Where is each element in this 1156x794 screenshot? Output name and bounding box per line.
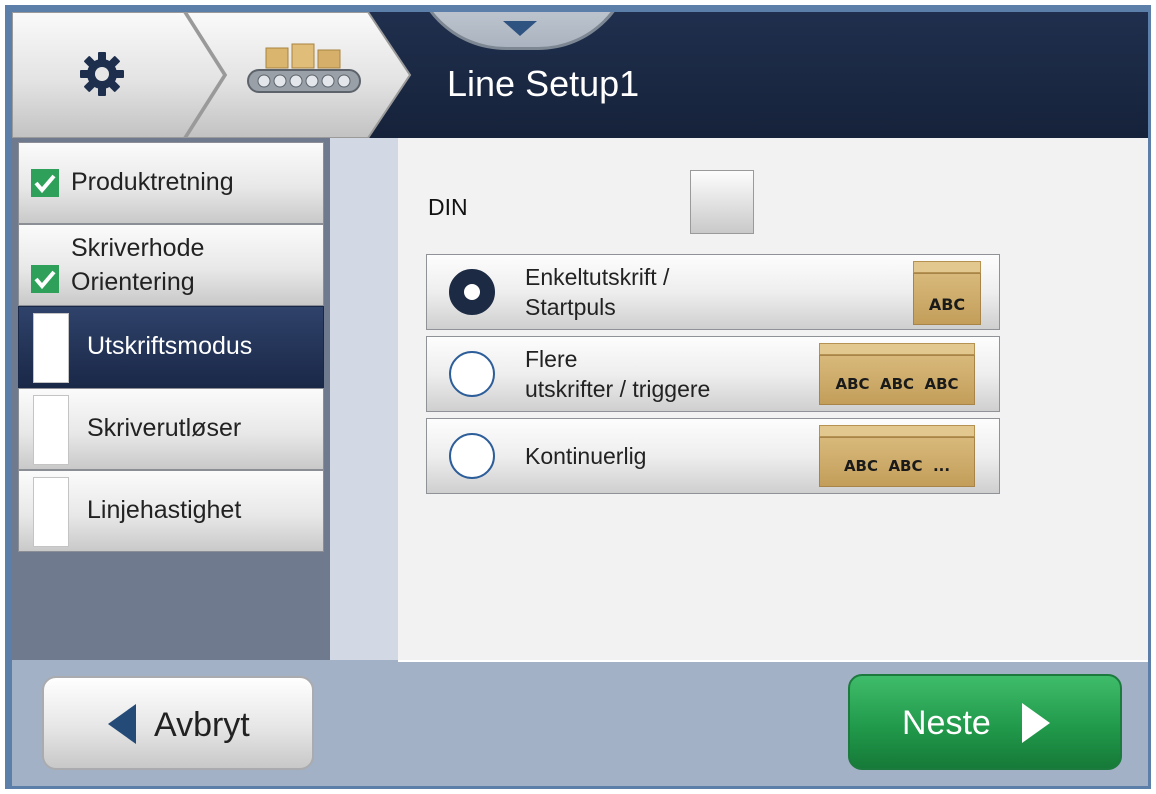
- option-kontinuerlig[interactable]: Kontinuerlig ABC ABC ...: [426, 418, 1000, 494]
- radio-button[interactable]: [449, 433, 495, 479]
- page-title: Line Setup1: [447, 63, 640, 104]
- screen: Line Setup1 Produktretning Skriverhode O…: [12, 12, 1148, 786]
- sidebar-gutter: [330, 138, 398, 660]
- chevron-down-icon: [503, 21, 537, 36]
- status-indicator: [33, 477, 69, 547]
- checkmark-icon: [31, 265, 59, 293]
- sidebar-item-label: Linjehastighet: [87, 496, 242, 524]
- din-label: DIN: [428, 194, 468, 220]
- option-enkeltutskrift[interactable]: Enkeltutskrift / Startpuls ABC: [426, 254, 1000, 330]
- cancel-button[interactable]: Avbryt: [42, 676, 314, 770]
- sidebar-item-label: Skriverhode Orientering: [71, 234, 205, 296]
- arrow-right-icon: [1022, 703, 1050, 743]
- radio-button[interactable]: [449, 351, 495, 397]
- single-box-icon: ABC: [913, 261, 981, 325]
- cancel-button-label: Avbryt: [154, 706, 250, 744]
- option-label-line2: Startpuls: [525, 294, 616, 320]
- radio-button-selected[interactable]: [449, 269, 495, 315]
- sidebar-item-utskriftsmodus[interactable]: Utskriftsmodus: [18, 306, 324, 388]
- sidebar-item-linjehastighet[interactable]: Linjehastighet: [18, 470, 324, 552]
- sidebar-item-label: Produktretning: [71, 168, 234, 196]
- box-icon-text: ABC: [928, 295, 966, 314]
- option-flere-utskrifter[interactable]: Flere utskrifter / triggere ABC ABC ABC: [426, 336, 1000, 412]
- sidebar-item-skriverhode-orientering[interactable]: Skriverhode Orientering: [18, 224, 324, 306]
- status-indicator: [33, 395, 69, 465]
- main-panel: DIN Enkeltutskrift / Startpuls ABC Flere…: [398, 138, 1148, 660]
- option-label-line1: Flere: [525, 346, 578, 372]
- option-label: Kontinuerlig: [525, 443, 647, 469]
- sidebar: Produktretning Skriverhode Orientering U…: [12, 138, 330, 660]
- continuous-box-icon: ABC ABC ...: [819, 425, 975, 487]
- next-button[interactable]: Neste: [848, 674, 1122, 770]
- checkmark-icon: [31, 169, 59, 197]
- status-indicator: [33, 313, 69, 383]
- multi-box-icon: ABC ABC ABC: [819, 343, 975, 405]
- sidebar-item-produktretning[interactable]: Produktretning: [18, 142, 324, 224]
- din-checkbox[interactable]: [690, 170, 754, 234]
- conveyor-icon[interactable]: [238, 42, 366, 109]
- box-icon-text: ABC ABC ABC: [835, 375, 959, 393]
- arrow-left-icon: [108, 704, 136, 744]
- sidebar-item-label: Skriverutløser: [87, 414, 242, 442]
- gear-icon[interactable]: [78, 50, 126, 103]
- sidebar-item-skriverutloser[interactable]: Skriverutløser: [18, 388, 324, 470]
- option-label-line2: utskrifter / triggere: [525, 376, 711, 402]
- next-button-label: Neste: [902, 704, 991, 742]
- sidebar-item-label: Utskriftsmodus: [87, 332, 253, 360]
- radio-dot: [464, 284, 480, 300]
- option-label-line1: Enkeltutskrift /: [525, 264, 670, 290]
- box-icon-text: ABC ABC ...: [843, 457, 951, 475]
